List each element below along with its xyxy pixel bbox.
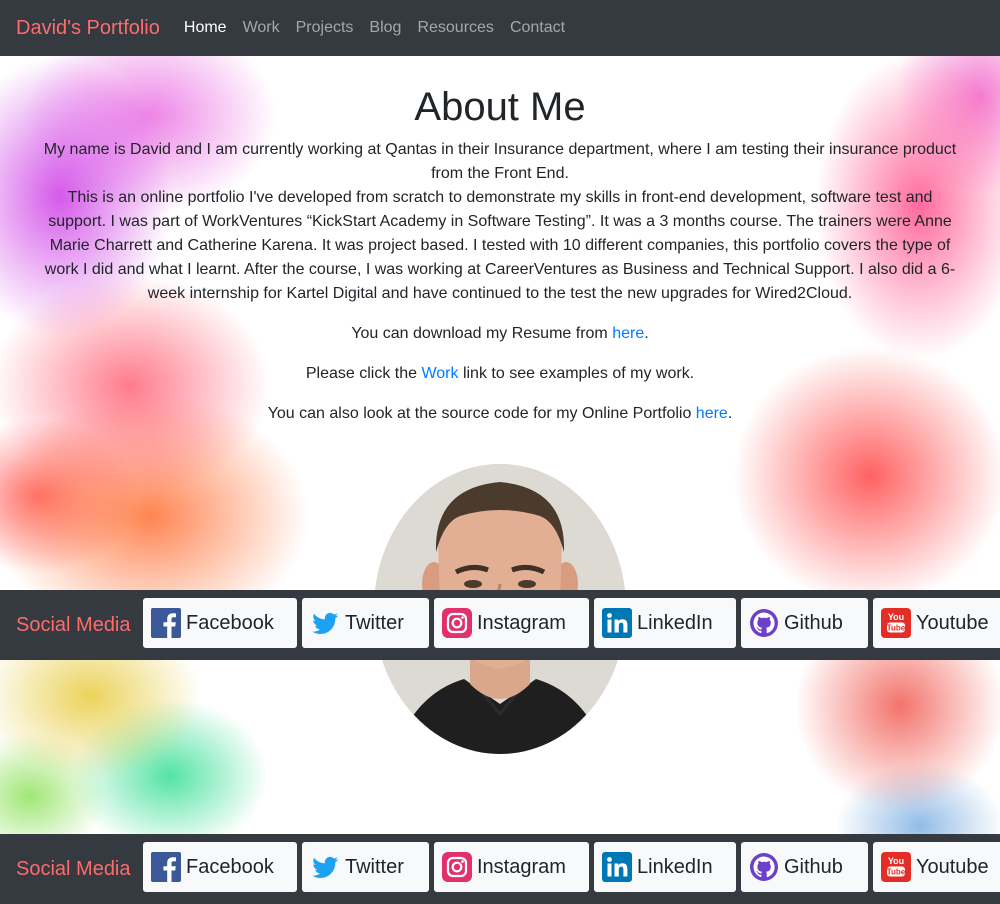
- intro-text: My name is David and I am currently work…: [40, 138, 960, 306]
- social-media-bar: Social Media Facebook Twitter Instagram …: [0, 590, 1000, 660]
- social-media-bar-footer: Social Media Facebook Twitter Instagram …: [0, 834, 1000, 904]
- facebook-icon: [151, 608, 181, 638]
- work-link[interactable]: Work: [421, 365, 458, 382]
- source-text: You can also look at the source code for…: [267, 405, 696, 422]
- svg-text:Tube: Tube: [887, 624, 906, 633]
- twitter-label: Twitter: [345, 855, 404, 878]
- youtube-button[interactable]: You Tube Youtube: [873, 842, 1000, 892]
- nav-link-home[interactable]: Home: [184, 19, 227, 37]
- resume-paragraph: You can download my Resume from here.: [0, 322, 1000, 346]
- twitter-label: Twitter: [345, 611, 404, 634]
- github-button[interactable]: Github: [741, 598, 868, 648]
- github-icon: [750, 609, 778, 637]
- resume-suffix: .: [644, 325, 649, 342]
- instagram-icon: [442, 852, 472, 882]
- work-text: Please click the: [305, 365, 422, 382]
- brand-link[interactable]: David's Portfolio: [16, 17, 160, 40]
- resume-link[interactable]: here: [612, 325, 644, 342]
- facebook-button[interactable]: Facebook: [143, 842, 297, 892]
- twitter-icon: [312, 856, 338, 878]
- github-button[interactable]: Github: [741, 842, 868, 892]
- intro-line-2: This is an online portfolio I've develop…: [44, 189, 956, 302]
- linkedin-icon: [602, 608, 632, 638]
- instagram-icon: [442, 608, 472, 638]
- facebook-label: Facebook: [186, 855, 274, 878]
- svg-text:You: You: [888, 612, 904, 622]
- nav-link-blog[interactable]: Blog: [369, 19, 401, 37]
- youtube-label: Youtube: [916, 855, 989, 878]
- twitter-icon: [312, 612, 338, 634]
- about-section: About Me My name is David and I am curre…: [0, 56, 1000, 426]
- work-paragraph: Please click the Work link to see exampl…: [0, 362, 1000, 386]
- instagram-button[interactable]: Instagram: [434, 842, 589, 892]
- svg-text:You: You: [888, 856, 904, 866]
- resume-text: You can download my Resume from: [351, 325, 613, 342]
- social-media-title: Social Media: [16, 613, 131, 636]
- twitter-button[interactable]: Twitter: [302, 598, 429, 648]
- page-title: About Me: [414, 85, 586, 129]
- source-suffix: .: [727, 405, 733, 422]
- youtube-button[interactable]: You Tube Youtube: [873, 598, 1000, 648]
- github-icon: [750, 853, 778, 881]
- instagram-label: Instagram: [477, 855, 566, 878]
- linkedin-label: LinkedIn: [637, 855, 713, 878]
- facebook-label: Facebook: [186, 611, 274, 634]
- source-paragraph: You can also look at the source code for…: [0, 402, 1000, 426]
- youtube-label: Youtube: [916, 611, 989, 634]
- github-label: Github: [784, 855, 843, 878]
- linkedin-button[interactable]: LinkedIn: [594, 842, 736, 892]
- nav-link-resources[interactable]: Resources: [417, 19, 493, 37]
- nav-link-work[interactable]: Work: [243, 19, 280, 37]
- intro-line-1: My name is David and I am currently work…: [43, 141, 957, 182]
- instagram-button[interactable]: Instagram: [434, 598, 589, 648]
- nav-link-projects[interactable]: Projects: [296, 19, 354, 37]
- linkedin-button[interactable]: LinkedIn: [594, 598, 736, 648]
- navbar: David's Portfolio Home Work Projects Blo…: [0, 0, 1000, 56]
- nav-links: Home Work Projects Blog Resources Contac…: [184, 19, 581, 37]
- social-media-title: Social Media: [16, 857, 131, 880]
- facebook-button[interactable]: Facebook: [143, 598, 297, 648]
- instagram-label: Instagram: [477, 611, 566, 634]
- linkedin-icon: [602, 852, 632, 882]
- source-code-link[interactable]: here: [696, 405, 728, 422]
- github-label: Github: [784, 611, 843, 634]
- youtube-icon: You Tube: [881, 608, 911, 638]
- svg-text:Tube: Tube: [887, 868, 906, 877]
- twitter-button[interactable]: Twitter: [302, 842, 429, 892]
- linkedin-label: LinkedIn: [637, 611, 713, 634]
- facebook-icon: [151, 852, 181, 882]
- nav-link-contact[interactable]: Contact: [510, 19, 565, 37]
- youtube-icon: You Tube: [881, 852, 911, 882]
- work-suffix: link to see examples of my work.: [458, 365, 695, 382]
